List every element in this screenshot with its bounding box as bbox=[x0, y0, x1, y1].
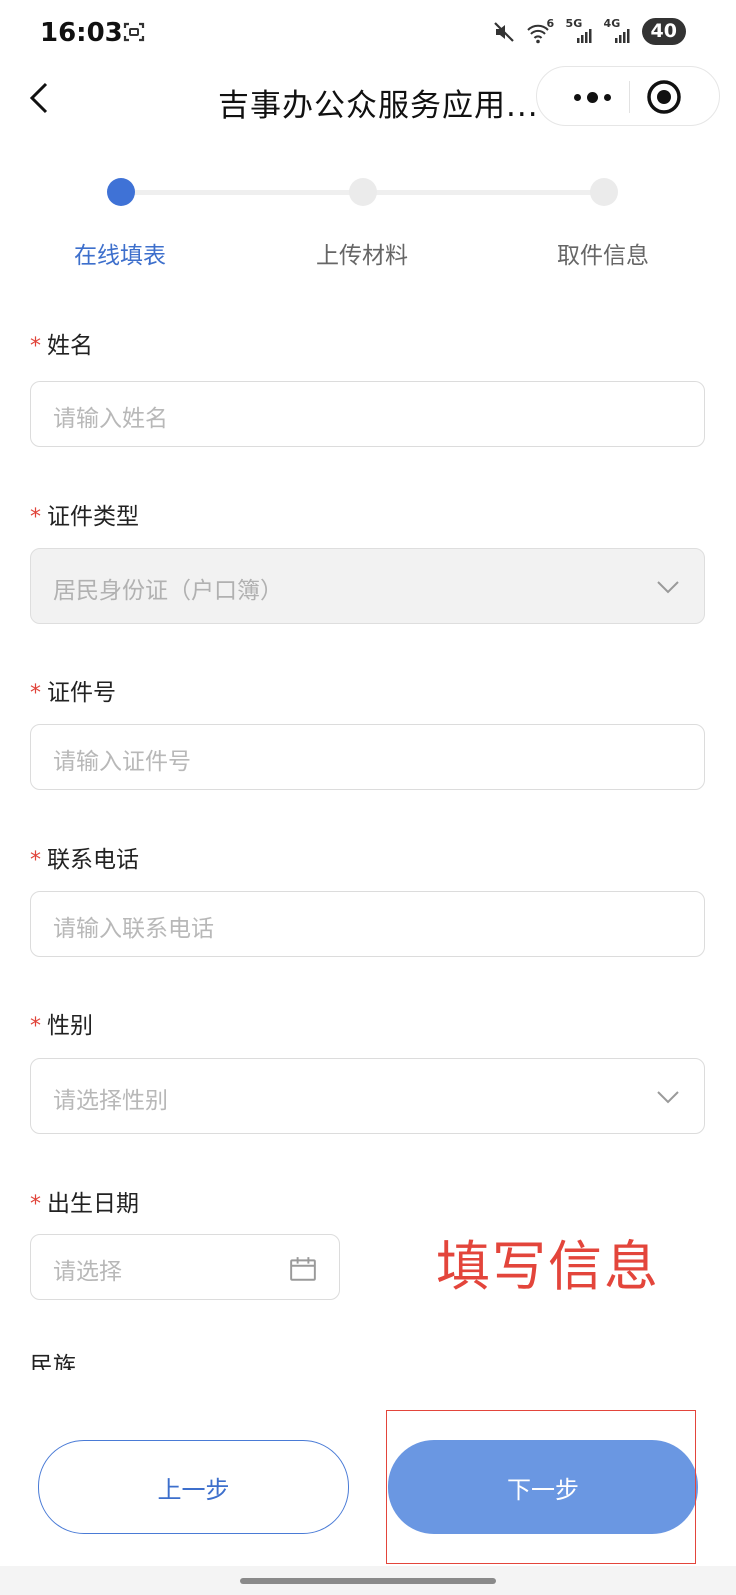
status-icons: 6 5G 4G 40 bbox=[492, 18, 686, 45]
more-button[interactable] bbox=[555, 67, 629, 127]
gender-label: * 性别 bbox=[30, 1006, 93, 1040]
previous-step-button[interactable]: 上一步 bbox=[38, 1440, 349, 1534]
calendar-icon bbox=[290, 1257, 316, 1281]
required-mark: * bbox=[30, 334, 41, 359]
id-number-placeholder: 请输入证件号 bbox=[53, 749, 191, 775]
id-number-label: * 证件号 bbox=[30, 673, 116, 707]
mute-icon bbox=[493, 21, 514, 42]
gender-select[interactable]: 请选择性别 bbox=[30, 1058, 705, 1134]
phone-placeholder: 请输入联系电话 bbox=[53, 916, 214, 942]
id-number-input[interactable]: 请输入证件号 bbox=[30, 724, 705, 790]
more-dot-icon bbox=[573, 93, 581, 101]
wifi-label: 6 bbox=[546, 16, 555, 30]
gender-label-text: 性别 bbox=[47, 1013, 93, 1039]
id-type-select[interactable]: 居民身份证（户口簿） bbox=[30, 548, 705, 624]
phone-label-text: 联系电话 bbox=[47, 847, 139, 873]
more-dot-icon bbox=[603, 93, 611, 101]
step-dot-pickup bbox=[590, 178, 618, 206]
id-number-label-text: 证件号 bbox=[47, 680, 116, 706]
id-type-value: 居民身份证（户口簿） bbox=[53, 578, 283, 604]
required-mark: * bbox=[30, 1014, 41, 1039]
gender-placeholder: 请选择性别 bbox=[53, 1088, 168, 1114]
capsule-divider bbox=[629, 81, 630, 113]
step-label-pickup: 取件信息 bbox=[557, 243, 649, 269]
required-mark: * bbox=[30, 681, 41, 706]
home-indicator[interactable] bbox=[240, 1578, 496, 1584]
wifi-icon: 6 bbox=[526, 16, 556, 44]
page-title: 吉事办公众服务应用... bbox=[218, 88, 539, 124]
required-mark: * bbox=[30, 1192, 41, 1217]
annotation-hint: 填写信息 bbox=[436, 1235, 660, 1298]
name-input[interactable]: 请输入姓名 bbox=[30, 381, 705, 447]
screenshot-icon bbox=[123, 22, 145, 42]
step-dot-upload bbox=[349, 178, 377, 206]
name-label-text: 姓名 bbox=[47, 333, 93, 359]
step-connector bbox=[376, 190, 604, 195]
id-type-label: * 证件类型 bbox=[30, 497, 139, 531]
chevron-down-icon bbox=[657, 581, 679, 594]
close-mini-program-button[interactable] bbox=[645, 78, 683, 116]
required-mark: * bbox=[30, 848, 41, 873]
birthdate-label: * 出生日期 bbox=[30, 1184, 139, 1218]
more-dot-icon bbox=[586, 91, 598, 103]
mini-program-capsule bbox=[536, 66, 720, 126]
birthdate-label-text: 出生日期 bbox=[47, 1191, 139, 1217]
step-connector bbox=[134, 190, 362, 195]
annotation-highlight-box bbox=[386, 1410, 696, 1564]
ethnicity-label: 民族 bbox=[30, 1353, 76, 1370]
required-mark: * bbox=[30, 505, 41, 530]
name-placeholder: 请输入姓名 bbox=[53, 406, 168, 432]
step-label-fill-form: 在线填表 bbox=[74, 243, 166, 269]
battery-indicator: 40 bbox=[641, 18, 686, 45]
signal-5g-icon: 5G bbox=[566, 18, 594, 44]
status-time: 16:03 bbox=[40, 18, 123, 48]
step-dot-fill-form bbox=[107, 178, 135, 206]
signal-4g-icon: 4G bbox=[604, 18, 632, 44]
birthdate-placeholder: 请选择 bbox=[53, 1259, 122, 1285]
back-button[interactable] bbox=[22, 78, 58, 118]
phone-input[interactable]: 请输入联系电话 bbox=[30, 891, 705, 957]
birthdate-picker[interactable]: 请选择 bbox=[30, 1234, 340, 1300]
chevron-down-icon bbox=[657, 1091, 679, 1104]
name-label: * 姓名 bbox=[30, 326, 93, 360]
step-label-upload: 上传材料 bbox=[316, 243, 408, 269]
id-type-label-text: 证件类型 bbox=[47, 504, 139, 530]
phone-label: * 联系电话 bbox=[30, 840, 139, 874]
